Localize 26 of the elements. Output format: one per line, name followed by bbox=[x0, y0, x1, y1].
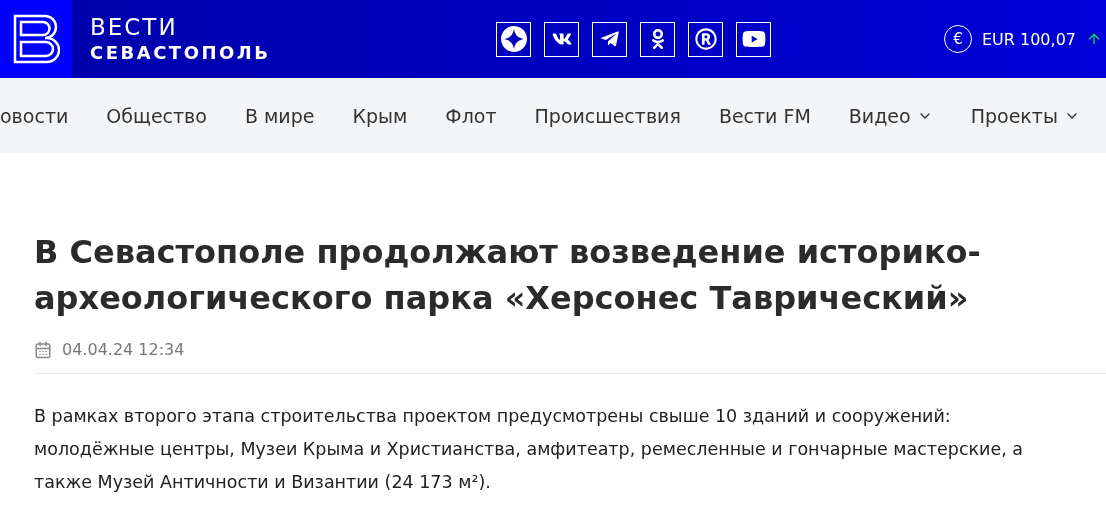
article-title: В Севастополе продолжают возведение историко-археологического парка «Херсонес Таврический» bbox=[34, 232, 982, 319]
nav-link[interactable]: Происшествия bbox=[534, 104, 681, 127]
nav-link[interactable]: Проекты bbox=[970, 104, 1080, 127]
social-link[interactable] bbox=[592, 21, 627, 57]
exchange-rate: EUR 100,07 bbox=[982, 29, 1076, 49]
nav-link[interactable]: овости bbox=[0, 104, 69, 127]
nav-link[interactable]: В мире bbox=[244, 104, 315, 127]
social-link[interactable] bbox=[496, 21, 531, 57]
social-link[interactable] bbox=[544, 21, 579, 57]
publish-date: 04.04.24 12:34 bbox=[62, 340, 185, 359]
social-link[interactable] bbox=[736, 21, 771, 57]
nav-link[interactable]: Вести FM bbox=[718, 104, 811, 127]
logo-icon bbox=[12, 13, 60, 65]
nav-link[interactable]: Общество bbox=[106, 104, 207, 127]
calendar-icon bbox=[34, 340, 52, 359]
star-logo-icon bbox=[499, 25, 528, 53]
social-link[interactable] bbox=[640, 21, 675, 57]
social-link[interactable] bbox=[688, 21, 723, 57]
brand-subtitle: СЕВАСТОПОЛЬ bbox=[90, 41, 272, 65]
paper-plane-icon bbox=[599, 29, 620, 49]
article-lead: В рамках второго этапа строительства проектом предусмотрены свыше 10 зданий и сооружений: молодёжные центры, Музеи Крыма и Христианства, амфитеатр, ремесленные и гончарные мастерские, а также Музей Античности и Византии (24 173 м²). bbox=[34, 405, 1025, 494]
nav-link[interactable]: Видео bbox=[848, 104, 933, 127]
registered-icon bbox=[694, 28, 717, 50]
nav-link[interactable]: Крым bbox=[352, 104, 408, 127]
brand-title: ВЕСТИ bbox=[90, 13, 179, 41]
nav-link[interactable]: Флот bbox=[445, 104, 497, 127]
